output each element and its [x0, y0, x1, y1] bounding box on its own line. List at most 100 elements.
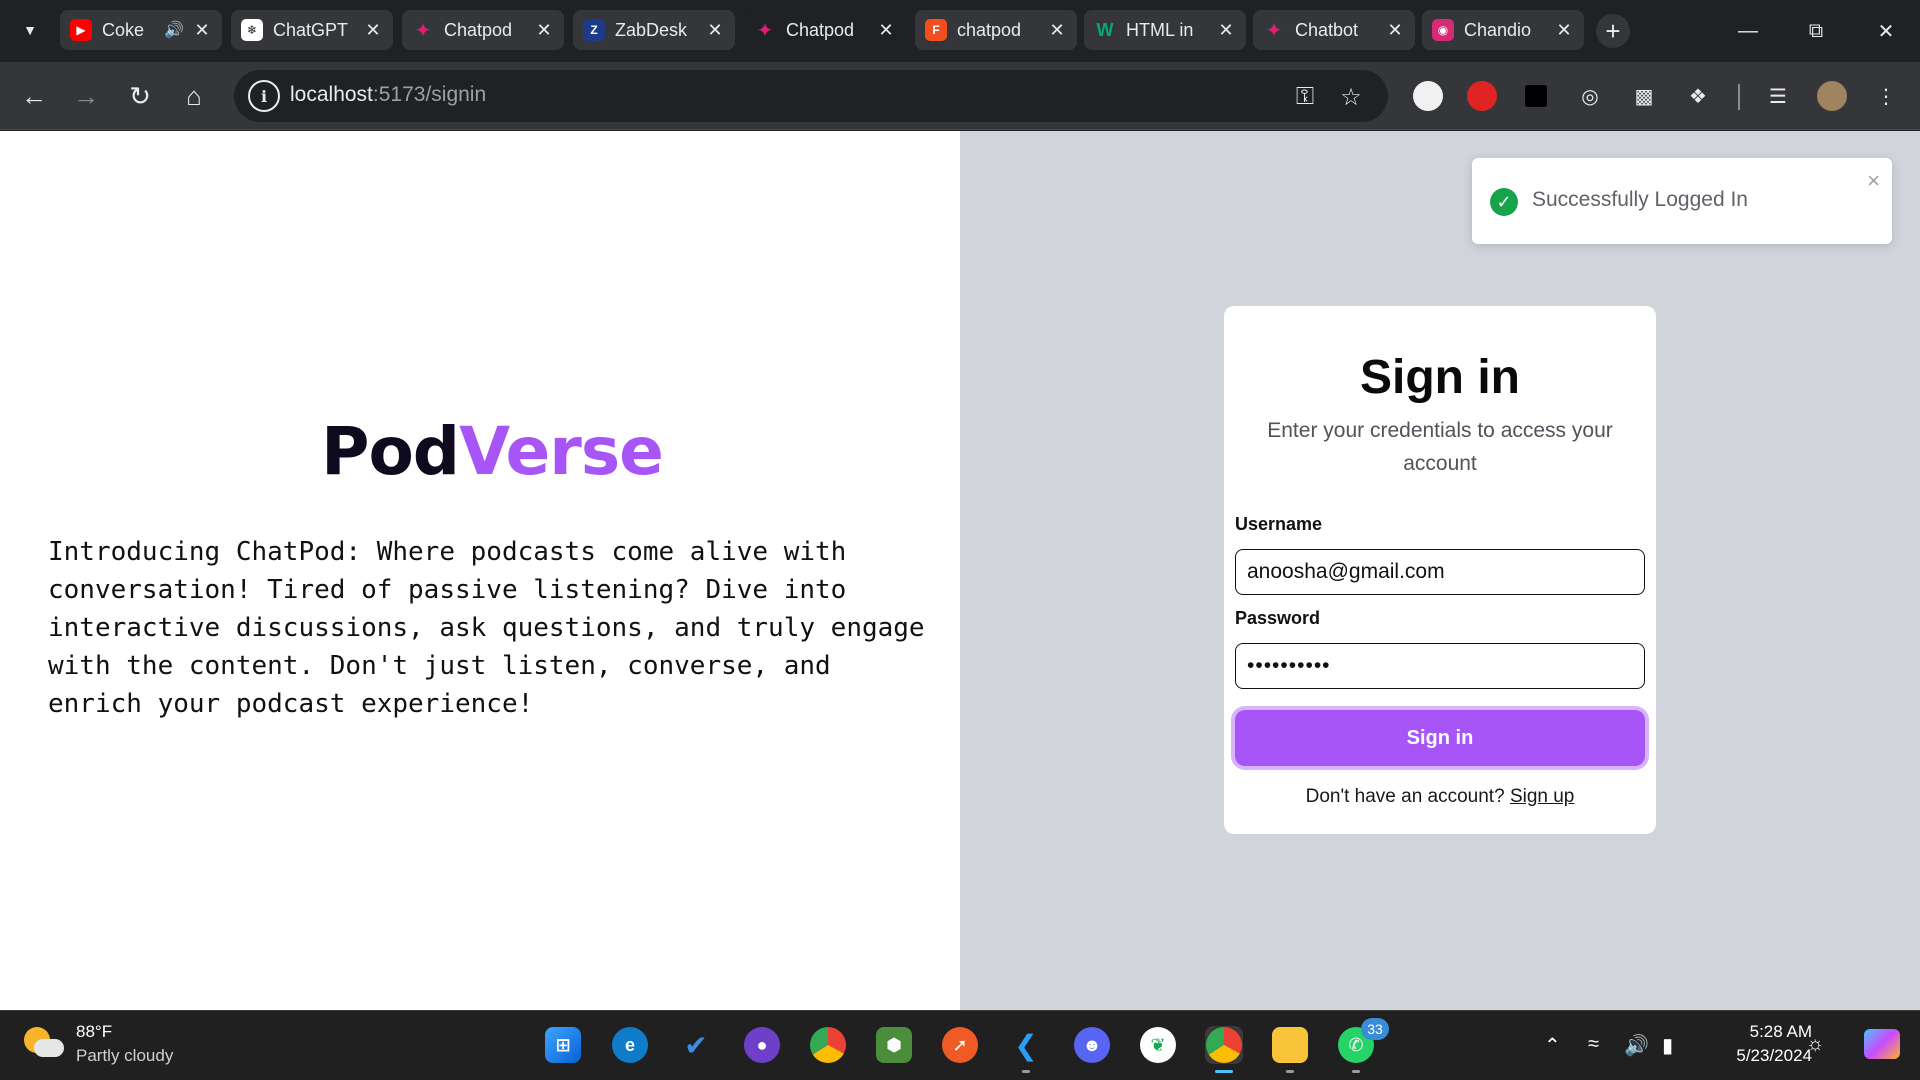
restore-icon[interactable]: ⧉ — [1796, 14, 1836, 48]
youtube-icon: ▶ — [70, 19, 92, 41]
postman-icon[interactable]: ➚ — [941, 1026, 979, 1064]
chatpod-icon: ✦ — [756, 19, 774, 42]
tab-title: ChatGPT — [273, 19, 349, 40]
tab-youtube[interactable]: ▶ Coke 🔊 ✕ — [60, 10, 222, 50]
github-desktop-icon[interactable]: ● — [743, 1026, 781, 1064]
weather-desc[interactable]: Partly cloudy — [76, 1046, 173, 1066]
tab-chatpod[interactable]: ✦ Chatpod ✕ — [402, 10, 564, 50]
tab-title: ZabDesk — [615, 19, 688, 40]
wifi-icon[interactable]: ≈ — [1588, 1033, 1599, 1056]
active-indicator — [1215, 1070, 1233, 1073]
tab-chatpod-active[interactable]: ✦ Chatpod ✕ — [744, 10, 906, 50]
taskbar: 88°F Partly cloudy ⊞ e ✔ ● ⬢ ➚ ❮ ☻ ❦ ✆ 33… — [0, 1010, 1920, 1080]
tab-search-chevron-icon[interactable]: ▼ — [14, 14, 46, 46]
chatpod-icon: ✦ — [414, 19, 432, 42]
tab-close-icon[interactable]: ✕ — [876, 20, 896, 41]
site-info-icon[interactable]: i — [248, 80, 280, 112]
windows-start-icon[interactable]: ⊞ — [544, 1026, 582, 1064]
signin-title: Sign in — [1360, 351, 1520, 404]
tab-close-icon[interactable]: ✕ — [534, 20, 554, 41]
password-key-icon[interactable]: ⚿ — [1290, 82, 1320, 112]
tab-close-icon[interactable]: ✕ — [705, 20, 725, 41]
tab-strip: ▼ ▶ Coke 🔊 ✕ ❄ ChatGPT ✕ ✦ Chatpod ✕ Z Z… — [0, 0, 1920, 62]
hero-pane: PodVerse Introducing ChatPod: Where podc… — [0, 131, 960, 1010]
password-label: Password — [1235, 608, 1321, 628]
signup-prompt: Don't have an account? — [1305, 786, 1505, 807]
weather-temp[interactable]: 88°F — [76, 1022, 112, 1042]
mongodb-icon[interactable]: ❦ — [1139, 1026, 1177, 1064]
clock-date[interactable]: 5/23/2024 — [1702, 1046, 1812, 1066]
tab-close-icon[interactable]: ✕ — [1554, 20, 1574, 41]
browser-toolbar: ← → ↻ ⌂ i localhost:5173/signin ⚿ ☆ ◎ ▩ … — [0, 62, 1920, 130]
signin-card: Sign in Enter your credentials to access… — [1224, 306, 1656, 834]
chevron-up-icon[interactable]: ⌃ — [1544, 1033, 1561, 1058]
bookmark-star-icon[interactable]: ☆ — [1336, 82, 1366, 112]
chrome-active-icon[interactable] — [1205, 1026, 1243, 1073]
home-icon[interactable]: ⌂ — [174, 76, 214, 116]
tab-title: chatpod — [957, 19, 1022, 40]
url-host: localhost — [290, 83, 373, 106]
clock-time[interactable]: 5:28 AM — [1722, 1022, 1812, 1042]
tab-close-icon[interactable]: ✕ — [1385, 20, 1405, 41]
profile-avatar[interactable] — [1814, 78, 1850, 114]
reload-icon[interactable]: ↻ — [120, 76, 160, 116]
whatsapp-icon[interactable]: ✆ 33 — [1337, 1018, 1389, 1073]
tab-instagram[interactable]: ◉ Chandio ✕ — [1422, 10, 1584, 50]
window-close-icon[interactable]: ✕ — [1866, 14, 1906, 48]
url-text[interactable]: localhost:5173/signin — [290, 83, 486, 107]
minimize-icon[interactable]: — — [1728, 14, 1768, 48]
signup-link[interactable]: Sign up — [1510, 786, 1574, 807]
username-label: Username — [1235, 514, 1323, 534]
back-arrow-icon[interactable]: ← — [14, 76, 54, 116]
extensions-puzzle-icon[interactable]: ❖ — [1680, 78, 1716, 114]
tab-close-icon[interactable]: ✕ — [1216, 20, 1236, 41]
extension-dark-icon[interactable] — [1518, 78, 1554, 114]
tab-title: Chatpod — [786, 19, 855, 40]
todo-icon[interactable]: ✔ — [677, 1026, 715, 1064]
running-indicator — [1286, 1070, 1294, 1073]
extension-box-icon[interactable]: ▩ — [1626, 78, 1662, 114]
new-tab-button[interactable]: + — [1596, 14, 1630, 48]
tab-title: Chatpod — [444, 19, 513, 40]
chrome-icon[interactable] — [809, 1026, 847, 1064]
tab-close-icon[interactable]: ✕ — [192, 20, 212, 41]
password-input[interactable] — [1235, 643, 1645, 689]
w3schools-icon: W — [1096, 19, 1114, 40]
battery-icon[interactable]: ▮ — [1662, 1033, 1673, 1058]
forward-arrow-icon[interactable]: → — [66, 76, 106, 116]
tab-close-icon[interactable]: ✕ — [1047, 20, 1067, 41]
tab-w3schools[interactable]: W HTML in ✕ — [1084, 10, 1246, 50]
notification-icon[interactable]: ☼ — [1806, 1033, 1824, 1056]
tab-chatbot[interactable]: ✦ Chatbot ✕ — [1253, 10, 1415, 50]
node-icon[interactable]: ⬢ — [875, 1026, 913, 1064]
vscode-icon[interactable]: ❮ — [1007, 1026, 1045, 1073]
media-control-icon[interactable]: ☰ — [1760, 78, 1796, 114]
zabdesk-icon: Z — [583, 19, 605, 41]
extension-openai-icon[interactable] — [1410, 78, 1446, 114]
edge-icon[interactable]: e — [611, 1026, 649, 1064]
address-bar[interactable]: i localhost:5173/signin ⚿ ☆ — [234, 70, 1388, 122]
tab-figma[interactable]: F chatpod ✕ — [915, 10, 1077, 50]
tab-close-icon[interactable]: ✕ — [363, 20, 383, 41]
extension-adblock-icon[interactable] — [1464, 78, 1500, 114]
signup-prompt-line: Don't have an account? Sign up — [1224, 786, 1656, 808]
speaker-icon[interactable]: 🔊 — [164, 20, 184, 40]
check-circle-icon: ✓ — [1490, 188, 1518, 216]
extension-target-icon[interactable]: ◎ — [1572, 78, 1608, 114]
menu-kebab-icon[interactable]: ⋮ — [1868, 78, 1904, 114]
tab-chatgpt[interactable]: ❄ ChatGPT ✕ — [231, 10, 393, 50]
success-toast: ✓ Successfully Logged In × — [1472, 158, 1892, 244]
toast-message: Successfully Logged In — [1532, 188, 1748, 211]
username-input[interactable] — [1235, 549, 1645, 595]
signin-button[interactable]: Sign in — [1235, 710, 1645, 766]
tab-title: Chatbot — [1295, 19, 1359, 40]
tab-zabdesk[interactable]: Z ZabDesk ✕ — [573, 10, 735, 50]
partly-cloudy-icon[interactable] — [24, 1025, 64, 1065]
tab-title: HTML in — [1126, 19, 1194, 40]
discord-icon[interactable]: ☻ — [1073, 1026, 1111, 1064]
toast-close-icon[interactable]: × — [1867, 168, 1880, 194]
volume-icon[interactable]: 🔊 — [1624, 1033, 1649, 1058]
tab-title: Chandio — [1464, 19, 1532, 40]
file-explorer-icon[interactable] — [1271, 1026, 1309, 1073]
copilot-icon[interactable] — [1864, 1029, 1900, 1059]
